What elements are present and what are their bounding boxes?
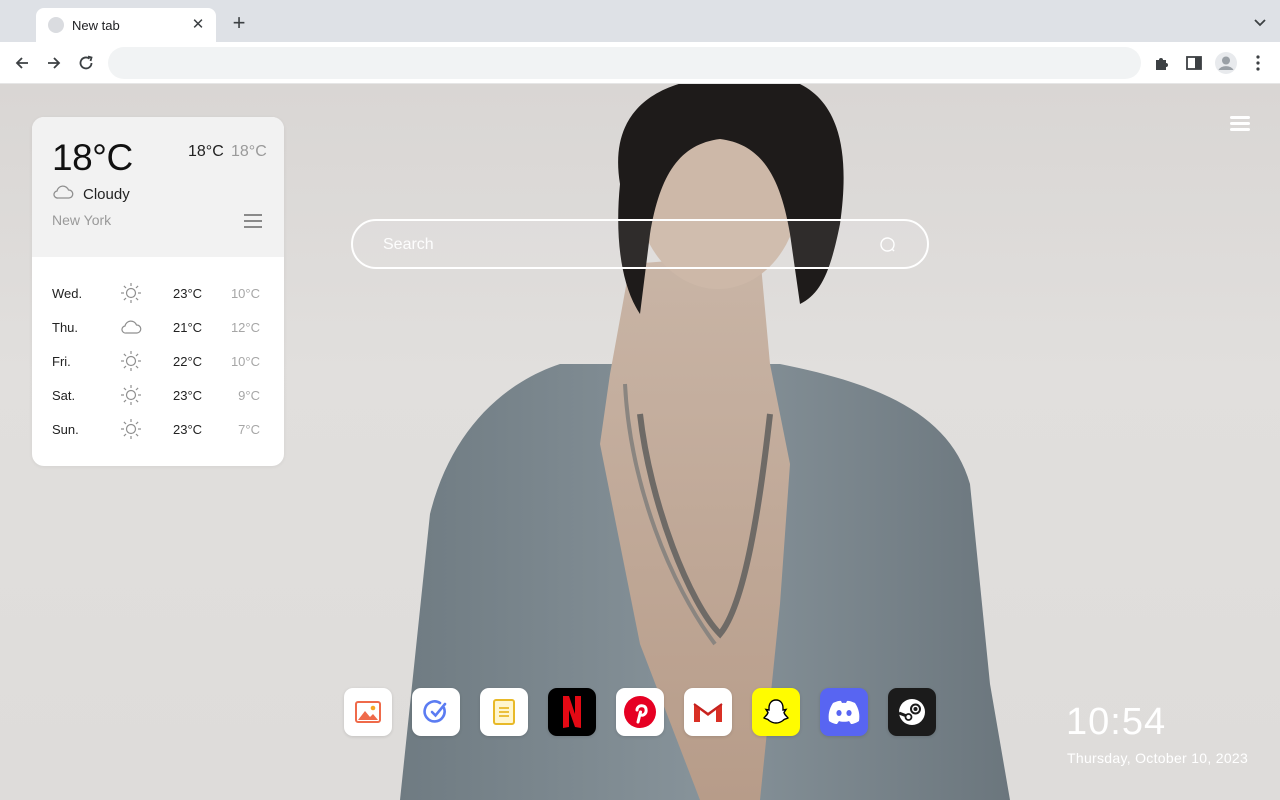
- discord-app-shortcut[interactable]: [820, 688, 868, 736]
- back-arrow-icon[interactable]: [12, 53, 32, 73]
- forecast-row: Fri. 22°C 10°C: [32, 345, 284, 379]
- forecast-high: 23°C: [173, 388, 203, 403]
- forward-arrow-icon[interactable]: [44, 53, 64, 73]
- browser-toolbar: [0, 42, 1280, 84]
- cloud-icon: [53, 185, 74, 199]
- weather-list-icon[interactable]: [244, 214, 262, 229]
- tab-search-chevron-icon[interactable]: [1252, 14, 1268, 30]
- profile-avatar-icon[interactable]: [1214, 51, 1238, 75]
- search-box[interactable]: [351, 219, 929, 269]
- steam-app-shortcut[interactable]: [888, 688, 936, 736]
- reload-icon[interactable]: [76, 53, 96, 73]
- sun-icon: [121, 283, 141, 303]
- search-input[interactable]: [383, 233, 863, 257]
- forecast-low: 10°C: [230, 286, 260, 301]
- forecast-high: 23°C: [173, 422, 203, 437]
- ntp-menu-button[interactable]: [1230, 116, 1250, 134]
- check-circle-icon: [423, 700, 447, 723]
- forecast-low: 12°C: [230, 320, 260, 335]
- forecast-day: Fri.: [52, 354, 71, 369]
- tasks-app-shortcut[interactable]: [412, 688, 460, 736]
- forecast-low: 9°C: [238, 388, 260, 403]
- sun-icon: [121, 351, 141, 371]
- steam-icon: [898, 699, 925, 725]
- snapchat-app-shortcut[interactable]: [752, 688, 800, 736]
- forecast-high: 21°C: [173, 320, 203, 335]
- forecast-row: Wed. 23°C 10°C: [32, 277, 284, 311]
- today-low: 18°C: [231, 143, 267, 160]
- list-line: [244, 214, 262, 216]
- app-dock: [344, 688, 936, 736]
- forecast-low: 7°C: [238, 422, 260, 437]
- menu-line: [1230, 128, 1250, 131]
- sun-icon: [121, 385, 141, 405]
- forecast-low: 10°C: [230, 354, 260, 369]
- forecast-high: 22°C: [173, 354, 203, 369]
- tab-title: New tab: [72, 17, 120, 33]
- weather-forecast: Wed. 23°C 10°C Thu. 21°C 12°C Fri. 22°C …: [32, 277, 284, 447]
- cloud-icon: [121, 320, 142, 334]
- tab-close-icon[interactable]: ✕: [190, 17, 206, 33]
- menu-line: [1230, 116, 1250, 119]
- address-bar[interactable]: [108, 47, 1141, 79]
- side-panel-icon[interactable]: [1184, 53, 1204, 73]
- tab-favicon-icon: [48, 17, 64, 33]
- image-icon: [355, 701, 381, 723]
- gmail-icon: [693, 703, 723, 722]
- gmail-app-shortcut[interactable]: [684, 688, 732, 736]
- tab-new-tab[interactable]: New tab ✕: [36, 8, 216, 42]
- clock-time: 10:54: [1066, 701, 1167, 743]
- photos-app-shortcut[interactable]: [344, 688, 392, 736]
- clock-date: Thursday, October 10, 2023: [1067, 750, 1249, 766]
- list-line: [244, 220, 262, 222]
- weather-current: 18°C 18°C 18°C Cloudy New York: [32, 117, 284, 257]
- pinterest-icon: [624, 696, 656, 728]
- notes-app-shortcut[interactable]: [480, 688, 528, 736]
- netflix-icon: [563, 696, 581, 728]
- forecast-high: 23°C: [173, 286, 203, 301]
- weather-widget[interactable]: 18°C 18°C 18°C Cloudy New York Wed. 23°C…: [32, 117, 284, 466]
- pinterest-app-shortcut[interactable]: [616, 688, 664, 736]
- discord-icon: [828, 700, 860, 724]
- menu-line: [1230, 122, 1250, 125]
- note-icon: [493, 699, 515, 725]
- forecast-row: Sat. 23°C 9°C: [32, 379, 284, 413]
- forecast-row: Thu. 21°C 12°C: [32, 311, 284, 345]
- forecast-row: Sun. 23°C 7°C: [32, 413, 284, 447]
- extensions-puzzle-icon[interactable]: [1152, 53, 1172, 73]
- new-tab-page: 18°C 18°C 18°C Cloudy New York Wed. 23°C…: [0, 84, 1280, 800]
- list-line: [244, 226, 262, 228]
- search-icon[interactable]: [879, 236, 897, 254]
- current-temperature: 18°C: [52, 137, 133, 178]
- weather-city: New York: [52, 212, 112, 228]
- tab-strip: New tab ✕ +: [0, 0, 1280, 42]
- forecast-day: Wed.: [52, 286, 83, 301]
- new-tab-button[interactable]: +: [228, 12, 250, 34]
- sun-icon: [121, 419, 141, 439]
- weather-condition: Cloudy: [83, 186, 130, 203]
- forecast-day: Sun.: [52, 422, 79, 437]
- more-vertical-icon[interactable]: [1248, 53, 1268, 73]
- today-high: 18°C: [188, 143, 224, 160]
- forecast-day: Thu.: [52, 320, 79, 335]
- forecast-day: Sat.: [52, 388, 76, 403]
- netflix-app-shortcut[interactable]: [548, 688, 596, 736]
- snapchat-icon: [763, 699, 789, 724]
